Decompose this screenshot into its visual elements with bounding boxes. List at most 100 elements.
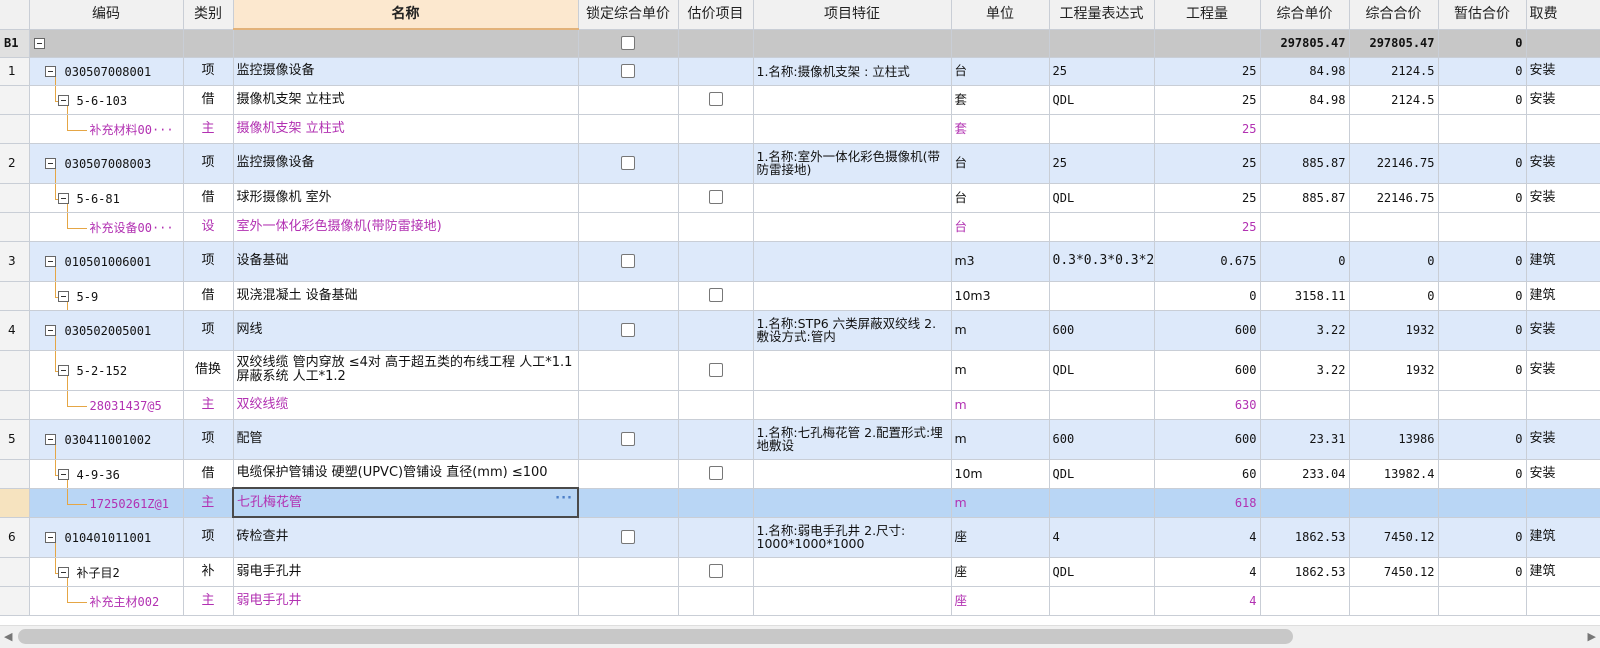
item-unit[interactable]: m <box>951 419 1050 460</box>
fee-category[interactable]: 安装 <box>1526 183 1600 213</box>
lock-price-cell[interactable] <box>578 419 679 460</box>
estimate-checkbox[interactable] <box>708 466 723 481</box>
qty-expression[interactable]: 600 <box>1049 310 1155 351</box>
estimate-cell[interactable] <box>678 557 754 587</box>
estimate-cell[interactable] <box>678 488 754 518</box>
item-feature[interactable] <box>753 350 952 391</box>
item-name[interactable]: 摄像机支架 立柱式 <box>233 85 579 115</box>
estimate-cell[interactable] <box>678 390 754 420</box>
lock-price-cell[interactable] <box>578 212 679 242</box>
fee-category[interactable]: 安装 <box>1526 57 1600 86</box>
estimate-cell[interactable] <box>678 183 754 213</box>
unit-price[interactable] <box>1260 488 1350 518</box>
section-code-cell[interactable] <box>29 29 184 58</box>
item-unit[interactable]: 座 <box>951 557 1050 587</box>
item-name[interactable]: 弱电手孔井 <box>233 586 579 616</box>
header-unit[interactable]: 单位 <box>951 0 1050 30</box>
collapse-icon[interactable] <box>57 566 69 578</box>
item-name[interactable]: 球形摄像机 室外 <box>233 183 579 213</box>
estimate-cell[interactable] <box>678 586 754 616</box>
quantity[interactable]: 0 <box>1154 281 1261 311</box>
lock-price-cell[interactable] <box>578 557 679 587</box>
fee-category[interactable]: 安装 <box>1526 310 1600 351</box>
code-cell[interactable]: 010401011001 <box>29 517 184 558</box>
code-cell[interactable]: 030507008003 <box>29 143 184 184</box>
code-cell[interactable]: 补充材料00··· <box>29 114 184 144</box>
item-name[interactable]: 砖检查井 <box>233 517 579 558</box>
collapse-icon[interactable] <box>33 37 45 49</box>
item-type[interactable]: 借 <box>183 459 234 489</box>
bill-item-row[interactable]: 2 030507008003 项监控摄像设备 1.名称:室外一体化彩色摄像机(带防雷接… <box>0 143 1600 184</box>
item-feature[interactable]: 1.名称:STP6 六类屏蔽双绞线 2.敷设方式:管内 <box>753 310 952 351</box>
section-row-b1[interactable]: B1 297805.47 297805.47 0 <box>0 29 1600 58</box>
lock-price-cell[interactable] <box>578 183 679 213</box>
bill-item-row[interactable]: 6 010401011001 项砖检查井 1.名称:弱电手孔井 2.尺寸: 1000*… <box>0 517 1600 558</box>
estimate-cell[interactable] <box>678 143 754 184</box>
qty-expression[interactable]: QDL <box>1049 459 1155 489</box>
code-cell[interactable]: 5-6-103 <box>29 85 184 115</box>
item-unit[interactable]: 套 <box>951 114 1050 144</box>
fee-category[interactable]: 安装 <box>1526 85 1600 115</box>
fee-category[interactable]: 安装 <box>1526 459 1600 489</box>
collapse-icon[interactable] <box>44 324 56 336</box>
unit-price[interactable]: 885.87 <box>1260 143 1350 184</box>
quantity[interactable]: 25 <box>1154 57 1261 86</box>
item-type[interactable]: 项 <box>183 57 234 86</box>
header-code[interactable]: 编码 <box>29 0 184 30</box>
code-cell[interactable]: 补充设备00··· <box>29 212 184 242</box>
qty-expression[interactable]: QDL <box>1049 85 1155 115</box>
item-feature[interactable] <box>753 557 952 587</box>
qty-expression[interactable] <box>1049 488 1155 518</box>
collapse-icon[interactable] <box>44 65 56 77</box>
lock-price-cell[interactable] <box>578 586 679 616</box>
item-type[interactable]: 项 <box>183 143 234 184</box>
quota-row[interactable]: 4-9-36 借电缆保护管铺设 硬塑(UPVC)管铺设 直径(mm) ≤100 10… <box>0 459 1600 489</box>
quantity[interactable]: 4 <box>1154 586 1261 616</box>
estimate-checkbox[interactable] <box>708 362 723 377</box>
item-unit[interactable]: 台 <box>951 183 1050 213</box>
quantity[interactable]: 25 <box>1154 212 1261 242</box>
header-estimate[interactable]: 估价项目 <box>678 0 754 30</box>
qty-expression[interactable] <box>1049 212 1155 242</box>
item-unit[interactable]: 座 <box>951 586 1050 616</box>
code-cell[interactable]: 030502005001 <box>29 310 184 351</box>
item-name[interactable]: 现浇混凝土 设备基础 <box>233 281 579 311</box>
item-feature[interactable]: 1.名称:七孔梅花管 2.配置形式:埋地敷设 <box>753 419 952 460</box>
item-feature[interactable] <box>753 586 952 616</box>
header-unit-price[interactable]: 综合单价 <box>1260 0 1350 30</box>
estimate-cell[interactable] <box>678 517 754 558</box>
lock-price-cell[interactable] <box>578 114 679 144</box>
code-cell[interactable]: 5-6-81 <box>29 183 184 213</box>
item-feature[interactable] <box>753 390 952 420</box>
estimate-cell[interactable] <box>678 212 754 242</box>
lock-price-cell[interactable] <box>578 350 679 391</box>
header-lock-price[interactable]: 锁定综合单价 <box>578 0 679 30</box>
lock-price-cell[interactable] <box>578 517 679 558</box>
estimate-cell[interactable] <box>678 459 754 489</box>
lock-price-cell[interactable] <box>578 85 679 115</box>
estimate-cell[interactable] <box>678 85 754 115</box>
unit-price[interactable]: 1862.53 <box>1260 517 1350 558</box>
fee-category[interactable]: 安装 <box>1526 143 1600 184</box>
estimate-cell[interactable] <box>678 241 754 282</box>
lock-price-checkbox[interactable] <box>621 35 635 50</box>
item-unit[interactable]: m <box>951 350 1050 391</box>
more-button[interactable]: ··· <box>555 492 573 506</box>
quantity[interactable]: 25 <box>1154 143 1261 184</box>
quantity[interactable]: 618 <box>1154 488 1261 518</box>
header-name[interactable]: 名称 <box>233 0 579 30</box>
material-row[interactable]: 28031437@5 主双绞线缆 m 630 <box>0 390 1600 420</box>
item-feature[interactable]: 1.名称:摄像机支架 : 立柱式 <box>753 57 952 86</box>
fee-category[interactable] <box>1526 114 1600 144</box>
item-unit[interactable]: 10m3 <box>951 281 1050 311</box>
estimate-cell[interactable] <box>678 350 754 391</box>
lock-price-cell[interactable] <box>578 143 679 184</box>
header-qty-expr[interactable]: 工程量表达式 <box>1049 0 1155 30</box>
quantity[interactable]: 25 <box>1154 183 1261 213</box>
unit-price[interactable]: 233.04 <box>1260 459 1350 489</box>
scroll-right-icon[interactable]: ▶ <box>1588 630 1596 643</box>
fee-category[interactable] <box>1526 488 1600 518</box>
item-unit[interactable]: 座 <box>951 517 1050 558</box>
lock-price-checkbox[interactable] <box>621 155 635 170</box>
item-unit[interactable]: 台 <box>951 143 1050 184</box>
